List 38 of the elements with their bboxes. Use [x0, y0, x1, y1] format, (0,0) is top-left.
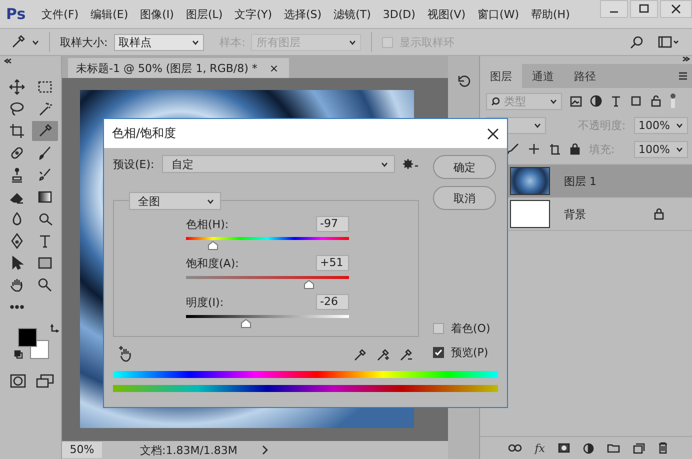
menu-item[interactable]: 滤镜(T) [334, 6, 371, 22]
panel-tab[interactable]: 图层 [480, 64, 522, 88]
channel-dropdown[interactable]: 全图 [129, 192, 221, 210]
document-size-text: 文档:1.83M/1.83M [140, 442, 238, 458]
menu-item[interactable]: 视图(V) [427, 6, 466, 22]
opacity-field[interactable]: 100% [634, 116, 688, 134]
menu-item[interactable]: 文字(Y) [234, 6, 272, 22]
dialog-button[interactable]: 取消 [433, 186, 496, 210]
slider-label: 明度(I): [186, 294, 224, 310]
checkbox-label: 预览(P) [451, 345, 488, 360]
preset-dropdown[interactable]: 自定 [162, 155, 395, 173]
menu-item[interactable]: 选择(S) [284, 6, 322, 22]
menu-item[interactable]: 图层(L) [186, 6, 223, 22]
sample-size-dropdown[interactable]: 取样点 [114, 34, 204, 50]
value-field[interactable]: +51 [316, 255, 349, 271]
menu-item[interactable]: 图像(I) [140, 6, 174, 22]
menu-item[interactable]: 帮助(H) [531, 6, 570, 22]
app-logo: Ps [6, 5, 26, 23]
checkbox-label: 着色(O) [451, 321, 490, 336]
menu-item[interactable]: 文件(F) [42, 6, 79, 22]
menu-item[interactable]: 窗口(W) [478, 6, 519, 22]
dialog-title: 色相/饱和度 [112, 125, 176, 142]
panel-tab[interactable]: 路径 [564, 64, 606, 88]
fill-field[interactable]: 100% [634, 140, 688, 158]
close-button[interactable]: × [269, 62, 279, 74]
document-tab[interactable]: 未标题-1 @ 50% (图层 1, RGB/8) * × [68, 58, 289, 78]
panel-tab[interactable]: 通道 [522, 64, 564, 88]
dialog-button[interactable]: 确定 [433, 155, 496, 179]
value-field[interactable]: -26 [316, 294, 349, 310]
slider-label: 色相(H): [186, 216, 229, 232]
menu-item[interactable]: 编辑(E) [90, 6, 128, 22]
value-field[interactable]: -97 [316, 216, 349, 232]
zoom-field[interactable]: 50% [62, 442, 102, 458]
label: 取样大小: [60, 34, 108, 50]
slider-label: 饱和度(A): [186, 256, 239, 270]
label: 预设(E): [113, 156, 154, 172]
layer-style-button[interactable]: fx [534, 442, 545, 454]
menu-item[interactable]: 3D(D) [382, 8, 416, 20]
